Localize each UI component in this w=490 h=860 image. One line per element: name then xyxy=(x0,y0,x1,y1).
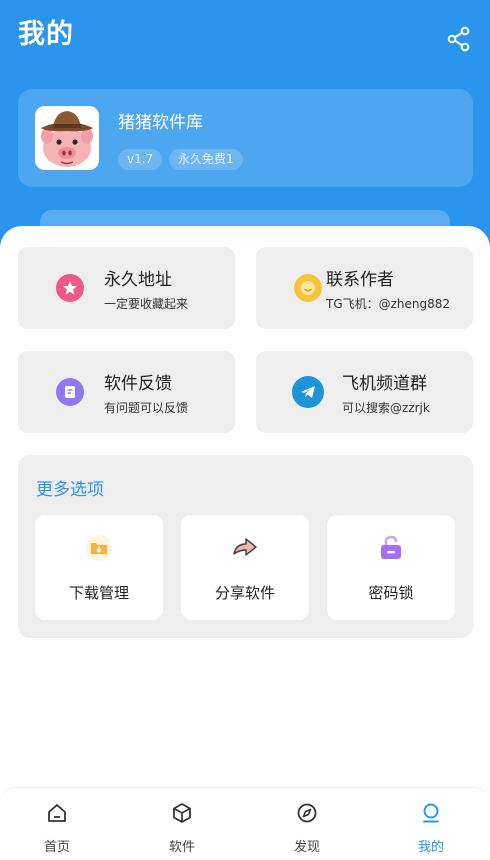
nav-label: 我的 xyxy=(417,840,444,855)
telegram-icon xyxy=(292,376,324,408)
pig-cowboy-avatar xyxy=(35,106,99,170)
star-badge-icon xyxy=(56,274,84,302)
download-folder-icon xyxy=(84,533,114,563)
tile-title: 永久地址 xyxy=(104,270,172,290)
app-name: 猪猪软件库 xyxy=(118,113,203,133)
option-label: 下载管理 xyxy=(68,584,129,602)
smile-icon xyxy=(294,274,322,302)
version-badge: v1.7 xyxy=(118,149,163,170)
unlock-icon xyxy=(376,533,406,563)
nav-label: 首页 xyxy=(43,840,70,855)
tile-subtitle: 有问题可以反馈 xyxy=(104,401,189,415)
tile-subtitle: 可以搜索@zzrjk xyxy=(342,401,430,415)
share-arrow-icon xyxy=(230,533,260,563)
option-password-lock[interactable]: 密码锁 xyxy=(327,515,455,620)
option-label: 密码锁 xyxy=(368,584,414,602)
nav-label: 发现 xyxy=(293,840,320,855)
profile-icon xyxy=(419,801,443,825)
nav-item-home[interactable]: 首页 xyxy=(0,788,118,860)
compass-icon xyxy=(295,801,319,825)
nav-item-discover[interactable]: 发现 xyxy=(246,788,368,860)
tile-software-feedback[interactable]: 软件反馈 有问题可以反馈 xyxy=(18,351,235,433)
feedback-icon xyxy=(56,378,84,406)
bottom-navigation: 首页 软件 发现 我的 xyxy=(0,787,490,860)
free-badge: 永久免费1 xyxy=(169,149,243,170)
option-share-software[interactable]: 分享软件 xyxy=(181,515,309,620)
tile-title: 飞机频道群 xyxy=(342,374,427,394)
tile-contact-author[interactable]: 联系作者 TG飞机：@zheng882 xyxy=(256,247,473,329)
more-options-title: 更多选项 xyxy=(36,480,104,500)
nav-item-mine[interactable]: 我的 xyxy=(370,788,490,860)
share-icon xyxy=(447,26,470,52)
option-label: 分享软件 xyxy=(214,584,275,602)
cube-icon xyxy=(170,801,194,825)
tile-permanent-address[interactable]: 永久地址 一定要收藏起来 xyxy=(18,247,235,329)
tile-title: 联系作者 xyxy=(326,270,394,290)
tile-subtitle: TG飞机：@zheng882 xyxy=(326,297,451,311)
page-title: 我的 xyxy=(18,19,74,50)
tile-telegram-channel[interactable]: 飞机频道群 可以搜索@zzrjk xyxy=(256,351,473,433)
tile-subtitle: 一定要收藏起来 xyxy=(104,297,189,311)
app-info-card[interactable]: 猪猪软件库 v1.7 永久免费1 xyxy=(18,89,473,187)
more-options-panel: 更多选项 下载管理 分享软件 密码锁 xyxy=(18,455,473,638)
tile-title: 软件反馈 xyxy=(104,374,172,394)
share-button[interactable] xyxy=(444,24,474,54)
nav-label: 软件 xyxy=(168,840,195,855)
home-icon xyxy=(45,801,69,825)
app-avatar xyxy=(35,106,99,170)
option-download-manager[interactable]: 下载管理 xyxy=(35,515,163,620)
nav-item-software[interactable]: 软件 xyxy=(121,788,243,860)
